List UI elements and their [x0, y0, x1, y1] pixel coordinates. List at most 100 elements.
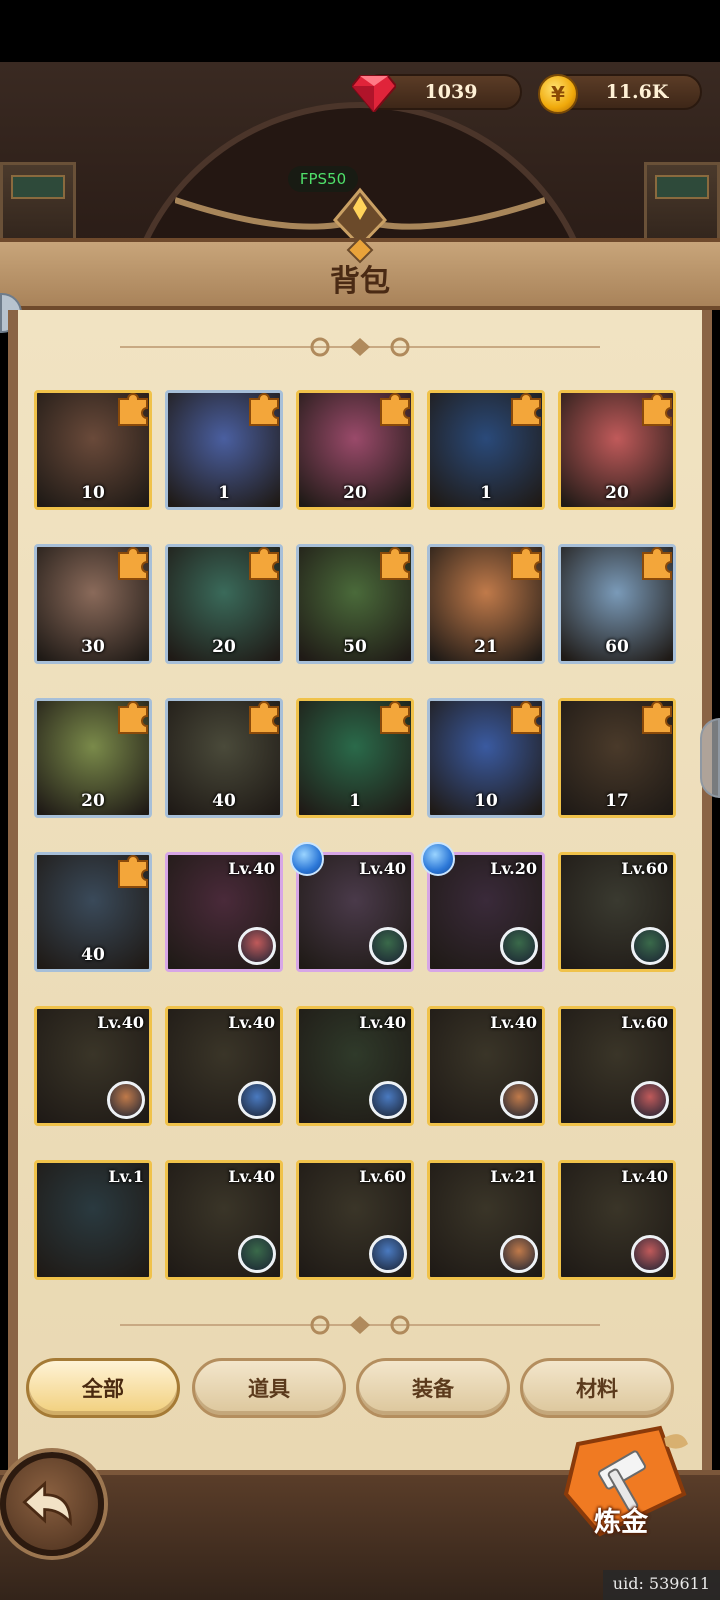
puzzle-piece-icon [118, 855, 148, 888]
equipment-level: Lv.40 [97, 1013, 144, 1032]
right-edge-tab[interactable] [700, 718, 720, 798]
hero-fragment-slot[interactable]: 10 [427, 698, 545, 818]
hero-fragment-slot[interactable]: 1 [296, 698, 414, 818]
gold-count: 11.6K [605, 81, 669, 103]
equipment-level: Lv.40 [359, 1013, 406, 1032]
fragment-count: 10 [474, 791, 498, 811]
fragment-count: 1 [218, 483, 230, 503]
hero-fragment-slot[interactable]: 60 [558, 544, 676, 664]
equipment-level: Lv.1 [108, 1167, 144, 1186]
hero-fragment-slot[interactable]: 20 [296, 390, 414, 510]
equipment-slot[interactable]: Lv.40 [34, 1006, 152, 1126]
equipped-hero-avatar [238, 1081, 276, 1119]
equipment-level: Lv.40 [490, 1013, 537, 1032]
equipment-level: Lv.40 [359, 859, 406, 878]
alchemy-label: 炼金 [594, 1507, 648, 1538]
puzzle-piece-icon [642, 701, 672, 734]
equipped-hero-avatar [631, 1235, 669, 1273]
status-bar [0, 0, 720, 62]
equipment-slot[interactable]: Lv.60 [296, 1160, 414, 1280]
hero-fragment-slot[interactable]: 21 [427, 544, 545, 664]
puzzle-piece-icon [249, 393, 279, 426]
back-arrow-icon [22, 1480, 72, 1527]
equipped-hero-avatar [238, 927, 276, 965]
page-title: 背包 [330, 264, 390, 299]
equipment-slot[interactable]: Lv.40 [165, 852, 283, 972]
hero-fragment-slot[interactable]: 20 [34, 698, 152, 818]
puzzle-piece-icon [642, 547, 672, 580]
fps-indicator: FPS50 [288, 166, 358, 192]
equipment-slot[interactable]: Lv.40 [427, 1006, 545, 1126]
equipped-hero-avatar [500, 927, 538, 965]
equipped-hero-avatar [369, 927, 407, 965]
tab-all-label: 全部 [82, 1377, 124, 1401]
puzzle-piece-icon [511, 547, 541, 580]
equipment-level: Lv.60 [621, 859, 668, 878]
puzzle-piece-icon [380, 393, 410, 426]
category-tabs: 全部 道具 装备 材料 [26, 1358, 694, 1422]
fragment-count: 21 [474, 637, 498, 657]
equipment-slot[interactable]: Lv.40 [296, 1006, 414, 1126]
hero-fragment-slot[interactable]: 20 [165, 544, 283, 664]
hero-fragment-slot[interactable]: 50 [296, 544, 414, 664]
tab-equipment[interactable]: 装备 [356, 1358, 510, 1418]
puzzle-piece-icon [380, 547, 410, 580]
bottom-divider-ornament [120, 1315, 600, 1335]
top-divider-ornament [120, 337, 600, 357]
equipment-level: Lv.40 [228, 859, 275, 878]
fragment-count: 1 [480, 483, 492, 503]
equipment-slot[interactable]: Lv.1 [34, 1160, 152, 1280]
pillar-right-decoration [644, 162, 720, 242]
hero-fragment-slot[interactable]: 40 [34, 852, 152, 972]
fragment-count: 10 [81, 483, 105, 503]
tab-all[interactable]: 全部 [26, 1358, 180, 1418]
puzzle-piece-icon [118, 547, 148, 580]
hero-fragment-slot[interactable]: 1 [427, 390, 545, 510]
equipped-hero-avatar [369, 1081, 407, 1119]
equipment-slot[interactable]: Lv.60 [558, 852, 676, 972]
tab-materials[interactable]: 材料 [520, 1358, 674, 1418]
equipment-slot[interactable]: Lv.60 [558, 1006, 676, 1126]
equipment-level: Lv.60 [359, 1167, 406, 1186]
hero-fragment-slot[interactable]: 30 [34, 544, 152, 664]
equipment-slot[interactable]: Lv.40 [165, 1006, 283, 1126]
fragment-count: 40 [212, 791, 236, 811]
hero-fragment-slot[interactable]: 40 [165, 698, 283, 818]
puzzle-piece-icon [249, 701, 279, 734]
equipped-hero-avatar [631, 927, 669, 965]
rune-badge-icon [421, 842, 455, 876]
equipped-hero-avatar [107, 1081, 145, 1119]
equipped-hero-avatar [500, 1235, 538, 1273]
equipment-slot[interactable]: Lv.40 [558, 1160, 676, 1280]
puzzle-piece-icon [511, 393, 541, 426]
hero-fragment-slot[interactable]: 10 [34, 390, 152, 510]
puzzle-piece-icon [118, 393, 148, 426]
equipment-level: Lv.21 [490, 1167, 537, 1186]
fragment-count: 30 [81, 637, 105, 657]
tab-equipment-label: 装备 [412, 1377, 454, 1401]
hero-fragment-slot[interactable]: 1 [165, 390, 283, 510]
rune-badge-icon [290, 842, 324, 876]
fragment-count: 60 [605, 637, 629, 657]
equipment-level: Lv.20 [490, 859, 537, 878]
equipment-slot[interactable]: Lv.40 [165, 1160, 283, 1280]
puzzle-piece-icon [118, 701, 148, 734]
fragment-count: 20 [81, 791, 105, 811]
equipment-level: Lv.40 [228, 1013, 275, 1032]
equipment-level: Lv.40 [621, 1167, 668, 1186]
puzzle-piece-icon [380, 701, 410, 734]
back-button[interactable] [0, 1452, 104, 1556]
equipment-level: Lv.40 [228, 1167, 275, 1186]
gem-count: 1039 [424, 81, 478, 103]
hero-fragment-slot[interactable]: 17 [558, 698, 676, 818]
tab-items-label: 道具 [248, 1377, 290, 1401]
ruby-gem-icon [352, 75, 396, 112]
fragment-count: 17 [605, 791, 629, 811]
tab-items[interactable]: 道具 [192, 1358, 346, 1418]
puzzle-piece-icon [249, 547, 279, 580]
equipped-hero-avatar [500, 1081, 538, 1119]
equipment-slot[interactable]: Lv.21 [427, 1160, 545, 1280]
uid-label: uid: 539611 [602, 1570, 720, 1600]
hero-fragment-slot[interactable]: 20 [558, 390, 676, 510]
equipped-hero-avatar [631, 1081, 669, 1119]
